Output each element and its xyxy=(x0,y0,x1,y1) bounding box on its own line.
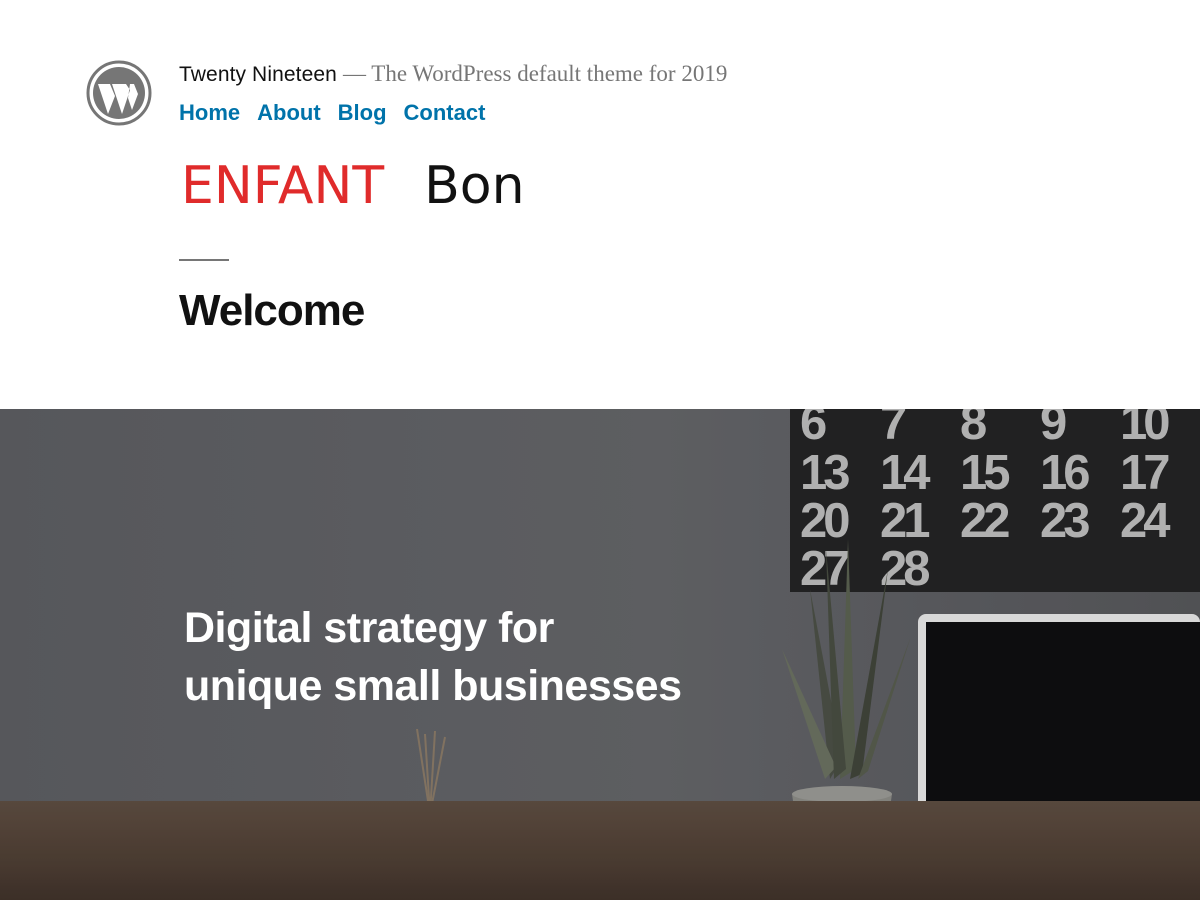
hero-cover: 6 7 8 9 10 13 14 15 16 17 20 21 22 23 24… xyxy=(0,409,1200,900)
hero-heading-line-2: unique small businesses xyxy=(184,662,682,710)
nav-link-about[interactable]: About xyxy=(257,100,321,126)
main-navigation: Home About Blog Contact xyxy=(179,100,485,126)
site-description: — The WordPress default theme for 2019 xyxy=(342,61,728,86)
enfant-bon-banner: ENFANT Bon xyxy=(181,150,525,222)
banner-word-black: Bon xyxy=(424,156,525,216)
hero-heading-line-1: Digital strategy for xyxy=(184,604,554,652)
site-header: Twenty Nineteen — The WordPress default t… xyxy=(0,0,1200,409)
nav-link-home[interactable]: Home xyxy=(179,100,240,126)
site-branding: Twenty Nineteen — The WordPress default t… xyxy=(179,61,727,87)
site-title[interactable]: Twenty Nineteen xyxy=(179,63,337,86)
hero-heading: Digital strategy for unique small busine… xyxy=(184,599,884,715)
banner-word-red: ENFANT xyxy=(181,156,385,216)
nav-link-contact[interactable]: Contact xyxy=(404,100,486,126)
title-separator xyxy=(179,259,229,261)
page-title: Welcome xyxy=(179,286,365,335)
nav-link-blog[interactable]: Blog xyxy=(338,100,387,126)
wordpress-logo-icon[interactable] xyxy=(86,60,152,126)
